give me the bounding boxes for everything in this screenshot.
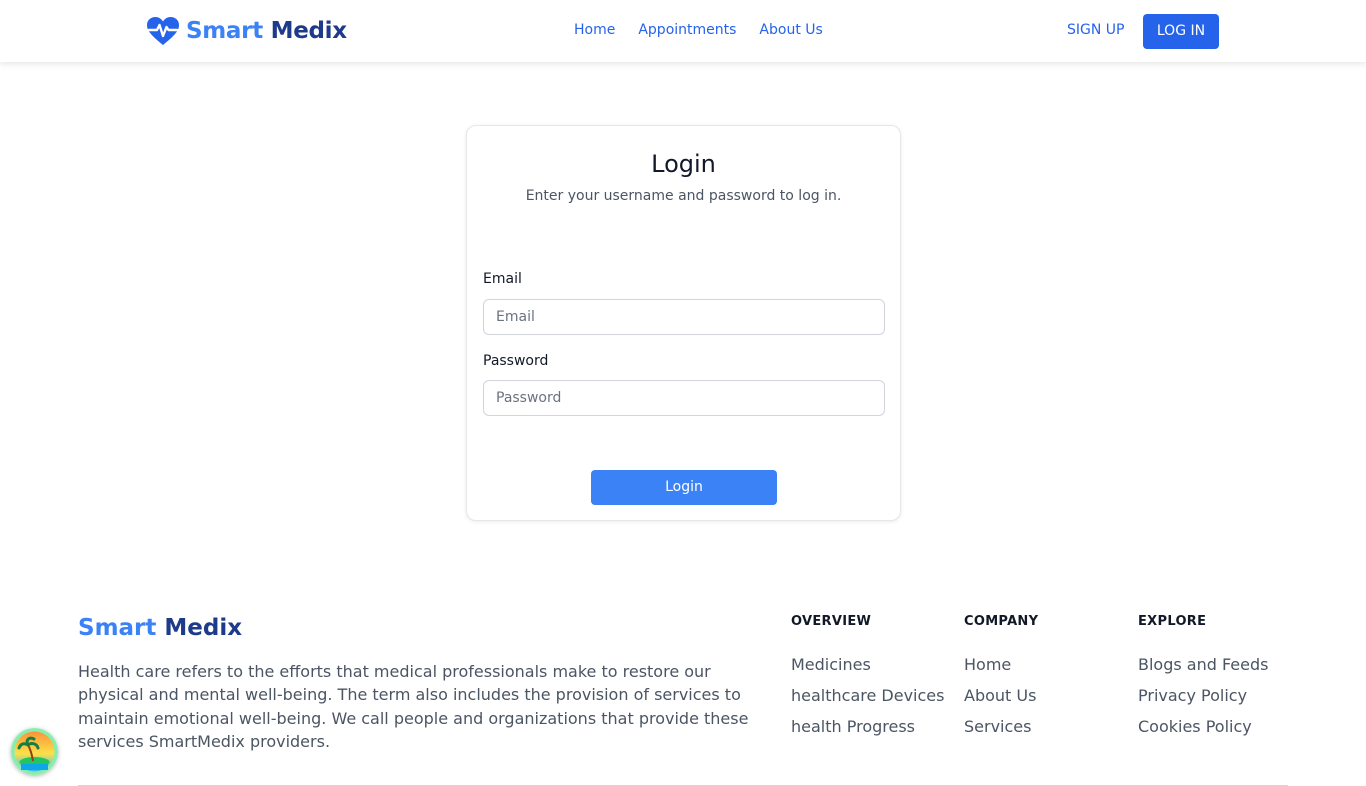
- login-title: Login: [651, 150, 716, 178]
- footer-logo[interactable]: Smart Medix: [78, 615, 242, 641]
- footer-link-privacy-policy[interactable]: Privacy Policy: [1138, 685, 1268, 716]
- login-submit-button[interactable]: Login: [591, 470, 777, 505]
- login-card: Login Enter your username and password t…: [466, 125, 901, 521]
- nav-link-about-us[interactable]: About Us: [759, 22, 822, 38]
- footer-link-healthcare-devices[interactable]: healthcare Devices: [791, 685, 944, 716]
- footer-heading-overview: OVERVIEW: [791, 614, 872, 629]
- nav-link-appointments[interactable]: Appointments: [638, 22, 736, 38]
- footer-column-company: COMPANY Home About Us Services: [964, 614, 1038, 747]
- footer-link-home[interactable]: Home: [964, 654, 1038, 685]
- heart-pulse-icon: [146, 16, 180, 46]
- header-login-button[interactable]: LOG IN: [1143, 14, 1219, 49]
- email-label: Email: [483, 271, 522, 287]
- footer-link-medicines[interactable]: Medicines: [791, 654, 944, 685]
- email-field[interactable]: [483, 299, 885, 335]
- password-label: Password: [483, 353, 549, 369]
- island-icon[interactable]: [11, 728, 58, 775]
- footer-heading-company: COMPANY: [964, 614, 1039, 629]
- footer-link-cookies-policy[interactable]: Cookies Policy: [1138, 716, 1268, 747]
- footer-logo-word-smart: Smart: [78, 615, 157, 641]
- footer-heading-explore: EXPLORE: [1138, 614, 1207, 629]
- nav-link-home[interactable]: Home: [574, 22, 615, 38]
- footer-column-explore: EXPLORE Blogs and Feeds Privacy Policy C…: [1138, 614, 1268, 747]
- footer-link-health-progress[interactable]: health Progress: [791, 716, 944, 747]
- main-nav: Home Appointments About Us: [574, 22, 846, 38]
- footer-logo-word-medix: Medix: [164, 615, 243, 641]
- footer-link-blogs-and-feeds[interactable]: Blogs and Feeds: [1138, 654, 1268, 685]
- signup-link[interactable]: SIGN UP: [1067, 22, 1124, 38]
- footer-column-overview: OVERVIEW Medicines healthcare Devices he…: [791, 614, 944, 747]
- logo-word-medix: Medix: [270, 18, 347, 44]
- footer-description: Health care refers to the efforts that m…: [78, 662, 749, 751]
- password-field[interactable]: [483, 380, 885, 416]
- site-header: Smart Medix Home Appointments About Us S…: [0, 0, 1366, 62]
- logo-word-smart: Smart: [186, 18, 263, 44]
- footer-link-about-us[interactable]: About Us: [964, 685, 1038, 716]
- brand-logo[interactable]: Smart Medix: [146, 15, 347, 47]
- footer-link-services[interactable]: Services: [964, 716, 1038, 747]
- login-subtitle: Enter your username and password to log …: [525, 188, 842, 204]
